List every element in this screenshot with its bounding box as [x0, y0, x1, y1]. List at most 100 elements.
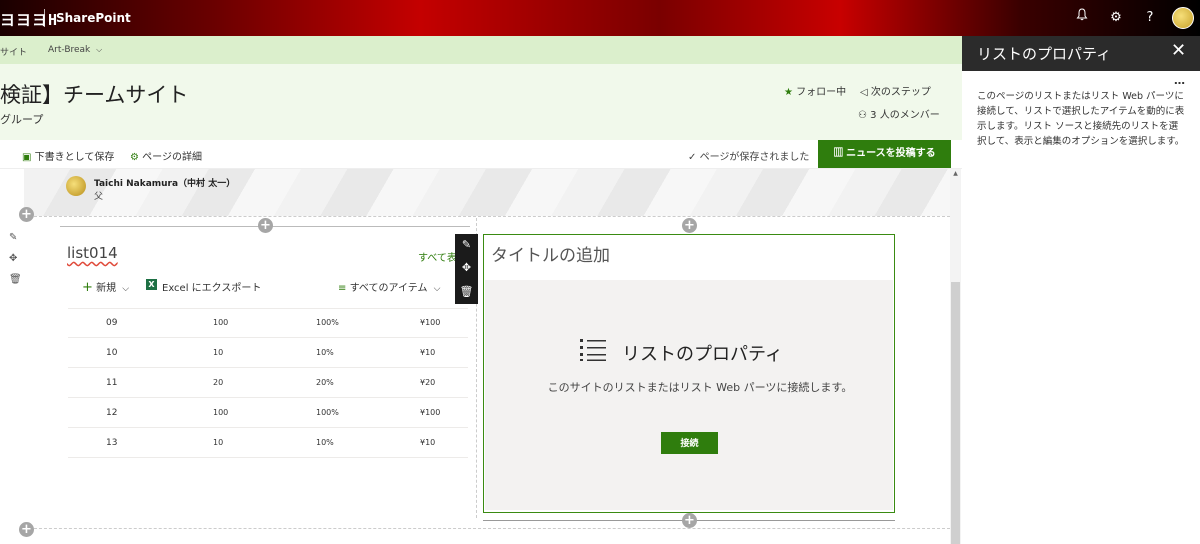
star-icon: ★ [784, 87, 793, 98]
add-webpart-plus-icon[interactable]: + [258, 218, 273, 233]
table-cell: 10 [213, 438, 224, 447]
view-selector[interactable]: ≡ すべてのアイテム ⌵ [338, 279, 441, 294]
user-avatar[interactable] [1172, 7, 1194, 29]
app-name[interactable]: SharePoint [56, 11, 131, 25]
see-all-link[interactable]: すべて表示 [418, 249, 456, 264]
add-section-plus-icon[interactable]: + [19, 207, 34, 222]
move-webpart-icon[interactable]: ✥ [455, 261, 478, 274]
plus-icon: + [82, 280, 93, 295]
save-draft-label: 下書きとして保存 [34, 152, 115, 163]
table-cell: 100% [316, 408, 339, 417]
delete-webpart-icon[interactable]: 🗑 [455, 285, 478, 298]
suite-bar-divider [44, 9, 45, 27]
chevron-down-icon: ⌵ [433, 284, 441, 294]
table-cell: 10 [106, 348, 118, 358]
brand-logo[interactable]: ヨヨヨH [0, 9, 58, 30]
save-draft-button[interactable]: ▣ 下書きとして保存 [22, 148, 114, 163]
close-icon[interactable]: ✕ [1171, 40, 1186, 61]
edit-section-icon[interactable]: ✎ [9, 232, 17, 243]
table-cell: ¥100 [420, 318, 441, 327]
follow-button[interactable]: ★ フォロー中 [784, 83, 846, 98]
table-cell: 100 [213, 318, 229, 327]
table-cell: 10% [316, 438, 334, 447]
author-avatar [66, 176, 86, 196]
table-cell: 10 [213, 348, 224, 357]
members-button[interactable]: ⚇ 3 人のメンバー [858, 106, 940, 121]
scroll-up-arrow[interactable]: ▲ [950, 170, 961, 180]
scrollbar-thumb[interactable] [951, 282, 960, 544]
connect-button[interactable]: 接続 [661, 432, 718, 454]
gear-icon: ⚙ [130, 152, 139, 163]
post-news-button[interactable]: ▥ ニュースを投稿する [818, 140, 951, 168]
webpart-placeholder [485, 280, 893, 510]
gear-icon[interactable]: ⚙ [1106, 8, 1126, 28]
add-webpart-plus-icon[interactable]: + [682, 218, 697, 233]
page-details-label: ページの詳細 [142, 152, 202, 163]
site-subtitle: グループ [0, 113, 44, 126]
table-cell: 09 [106, 318, 118, 328]
add-webpart-plus-icon[interactable]: + [682, 513, 697, 528]
table-row[interactable]: 12 100 100% ¥100 [68, 398, 468, 428]
news-icon: ▥ [833, 148, 844, 159]
view-list-icon: ≡ [338, 283, 347, 294]
placeholder-description: このサイトのリストまたはリスト Web パーツに接続します。 [547, 381, 853, 394]
site-title[interactable]: 検証】チームサイト [0, 79, 188, 109]
section-divider [24, 528, 950, 529]
export-excel-button[interactable]: Excel にエクスポート [162, 279, 261, 294]
table-row[interactable]: 09 100 100% ¥100 [68, 308, 468, 338]
save-status: ✓ ページが保存されました [688, 148, 809, 163]
table-row[interactable]: 11 20 20% ¥20 [68, 368, 468, 398]
table-row[interactable]: 13 10 10% ¥10 [68, 428, 468, 458]
move-section-icon[interactable]: ✥ [9, 253, 17, 264]
members-label: 3 人のメンバー [870, 110, 940, 121]
page-details-button[interactable]: ⚙ ページの詳細 [130, 148, 202, 163]
section-divider [24, 216, 950, 217]
table-cell: 100 [213, 408, 229, 417]
save-status-label: ページが保存されました [699, 152, 810, 163]
next-step-label: 次のステップ [870, 87, 931, 98]
author-name: Taichi Nakamura（中村 太一） [94, 179, 236, 189]
add-title-field[interactable]: タイトルの追加 [491, 241, 610, 266]
property-pane-title: リストのプロパティ [977, 45, 1112, 63]
view-label: すべてのアイテム [349, 283, 428, 294]
save-icon: ▣ [22, 152, 32, 163]
megaphone-icon: ◁ [860, 87, 868, 98]
table-row[interactable]: 10 10 10% ¥10 [68, 338, 468, 368]
table-cell: 20 [213, 378, 224, 387]
table-cell: 100% [316, 318, 339, 327]
table-cell: 12 [106, 408, 118, 418]
table-cell: ¥20 [420, 378, 436, 387]
next-step-button[interactable]: ◁ 次のステップ [860, 83, 931, 98]
edit-webpart-icon[interactable]: ✎ [455, 238, 478, 251]
bell-icon[interactable] [1072, 8, 1092, 28]
suite-bar [0, 0, 1200, 36]
follow-label: フォロー中 [796, 87, 847, 98]
property-pane-description: このページのリストまたはリスト Web パーツに接続して、リストで選択したアイテ… [977, 91, 1185, 147]
hub-item-label: Art-Break [48, 45, 91, 55]
placeholder-title: リストのプロパティ [622, 344, 783, 365]
post-news-label: ニュースを投稿する [846, 148, 936, 159]
table-cell: ¥10 [420, 438, 436, 447]
new-label: 新規 [96, 283, 117, 294]
checkmark-icon: ✓ [688, 152, 697, 163]
list-icon [580, 338, 606, 368]
delete-section-icon[interactable]: 🗑 [9, 274, 22, 285]
more-options-icon[interactable]: … [1174, 74, 1185, 87]
table-cell: ¥100 [420, 408, 441, 417]
table-cell: 20% [316, 378, 334, 387]
list-title[interactable]: list014 [67, 244, 118, 262]
hub-item-site[interactable]: サイト [0, 45, 27, 58]
excel-icon: X [146, 279, 157, 290]
chevron-down-icon: ⌵ [96, 45, 103, 54]
hub-navigation [0, 36, 962, 64]
add-section-plus-icon[interactable]: + [19, 522, 34, 537]
table-cell: 10% [316, 348, 334, 357]
author-role: 父 [94, 192, 104, 202]
help-icon[interactable]: ? [1140, 8, 1160, 28]
table-cell: 11 [106, 378, 118, 388]
hub-item-art-break[interactable]: Art-Break ⌵ [48, 45, 102, 55]
table-cell: 13 [106, 438, 118, 448]
table-cell: ¥10 [420, 348, 436, 357]
person-icon: ⚇ [858, 110, 867, 121]
new-item-button[interactable]: + 新規 ⌵ [82, 279, 129, 295]
